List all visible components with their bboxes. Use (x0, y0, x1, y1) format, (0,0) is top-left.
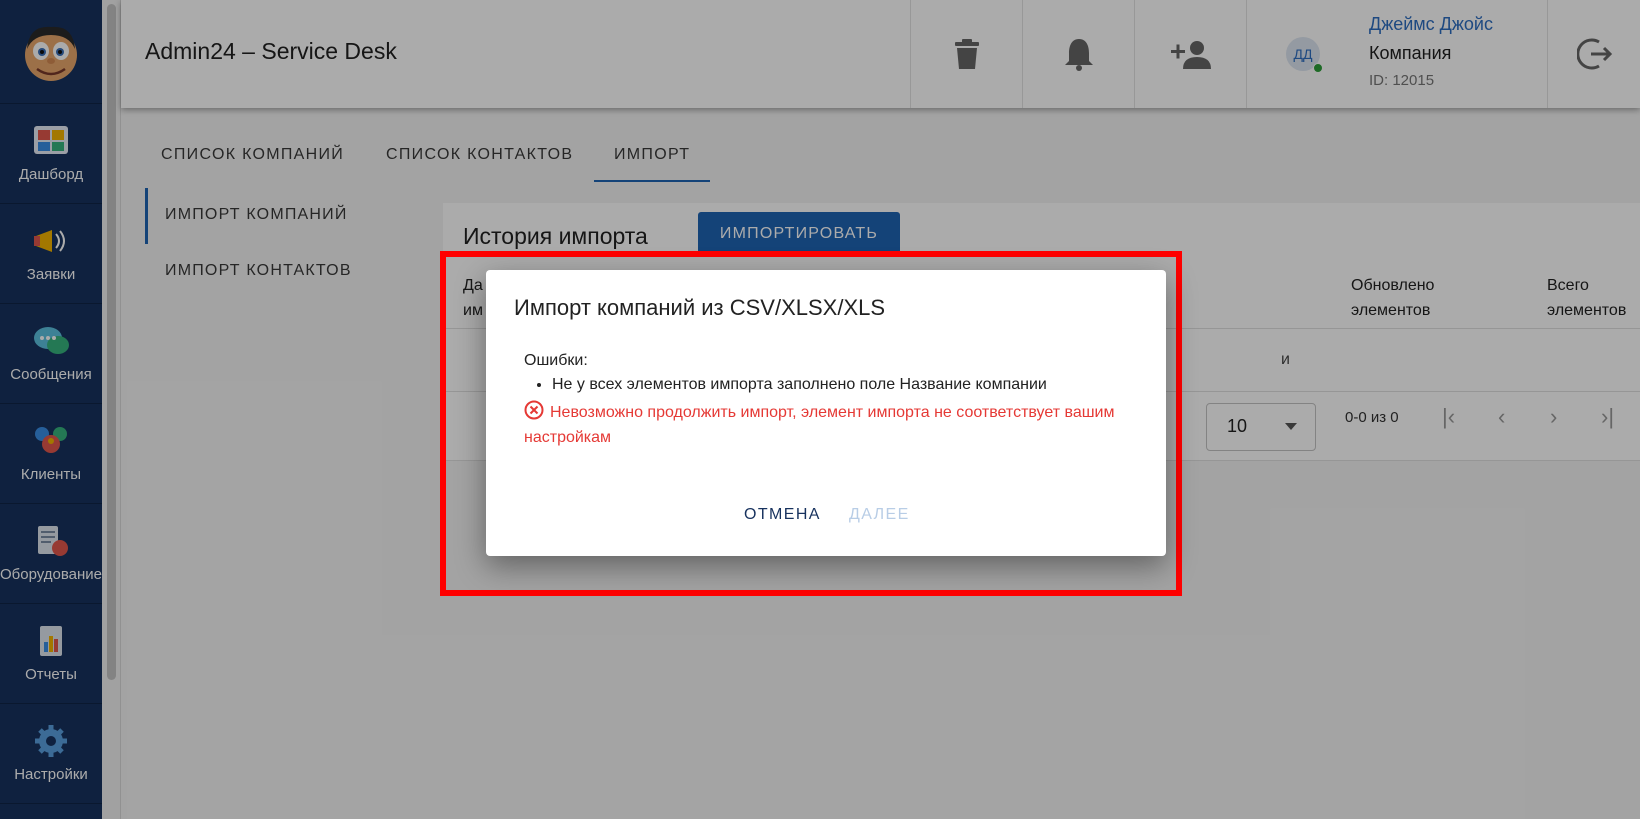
error-item: Не у всех элементов импорта заполнено по… (552, 376, 1047, 394)
blocking-error-text: Невозможно продолжить импорт, элемент им… (524, 404, 1115, 446)
blocking-error: Невозможно продолжить импорт, элемент им… (524, 400, 1134, 450)
cancel-button[interactable]: ОТМЕНА (744, 506, 821, 524)
errors-label: Ошибки: (524, 352, 588, 369)
next-button[interactable]: ДАЛЕЕ (849, 506, 910, 524)
errors-list: Не у всех элементов импорта заполнено по… (538, 376, 1047, 394)
error-circle-icon (524, 400, 544, 420)
dialog-title: Импорт компаний из CSV/XLSX/XLS (514, 295, 886, 320)
import-dialog: Импорт компаний из CSV/XLSX/XLS Ошибки: … (486, 270, 1166, 556)
